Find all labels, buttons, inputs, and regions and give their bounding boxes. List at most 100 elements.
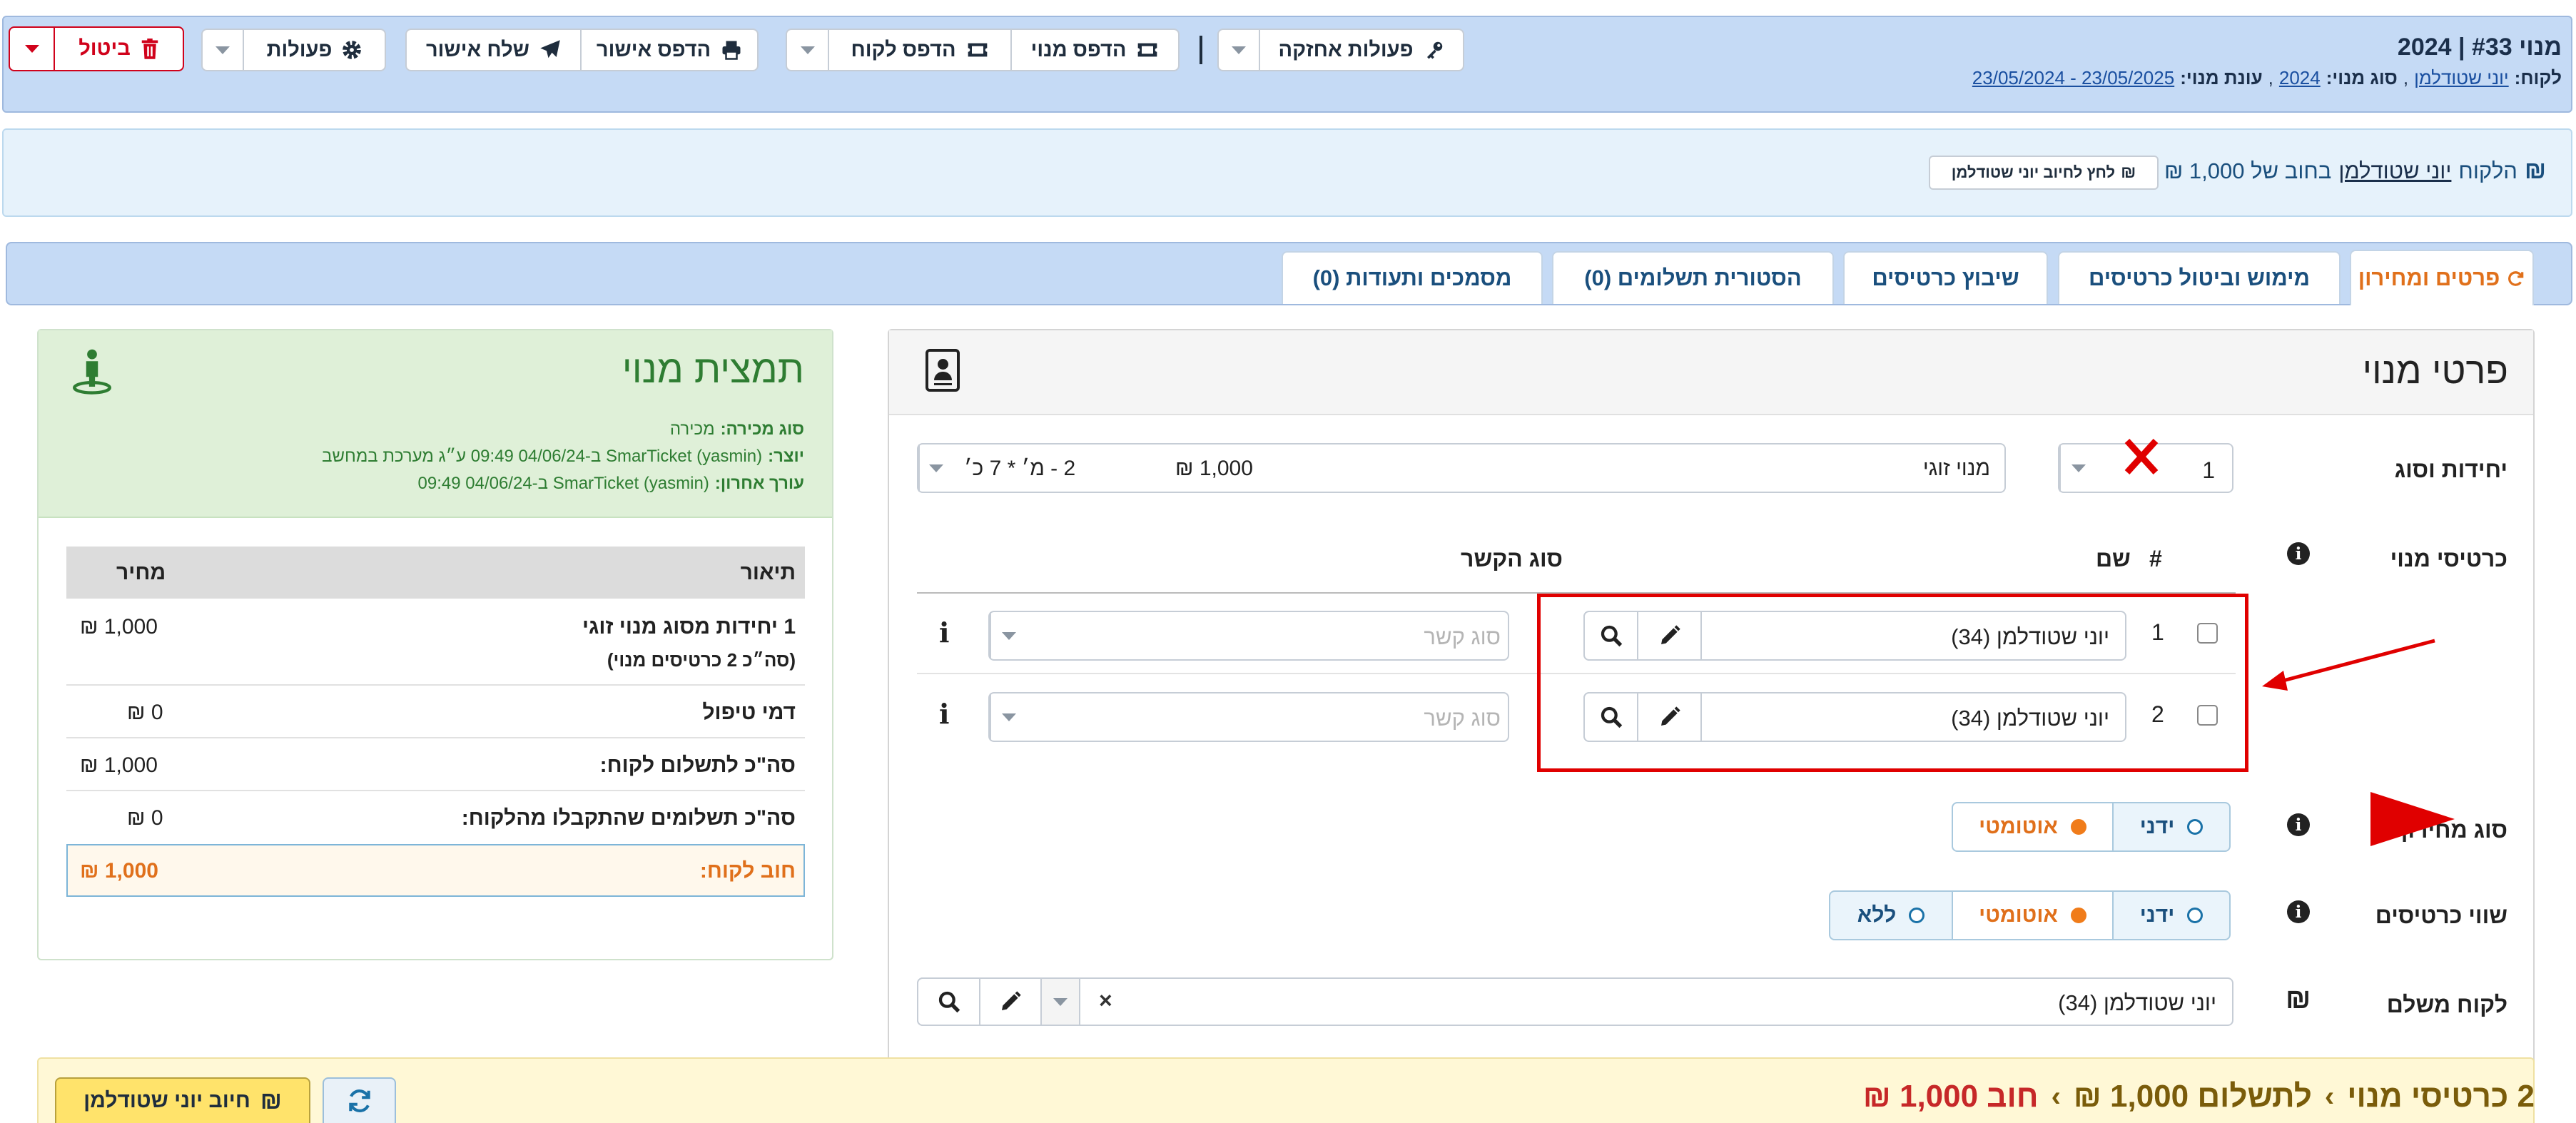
breadcrumb-chevron-icon: › <box>2324 1080 2335 1112</box>
cancel-button[interactable]: ביטול <box>54 26 184 71</box>
tab-documents[interactable]: מסמכים ותעודות (0) <box>1282 251 1543 304</box>
print-subscription-button[interactable]: הדפס מנוי <box>1010 29 1180 71</box>
editor-line: עורך אחרון: SmarTicket (yasmin) ב-04/06/2… <box>417 474 804 493</box>
payer-dropdown[interactable] <box>1040 977 1080 1026</box>
cards-info-icon[interactable]: i <box>2287 542 2310 565</box>
payer-select[interactable]: יוני שטודלמן (34) × <box>917 977 2233 1026</box>
price-type-manual[interactable]: ידני <box>2112 802 2231 852</box>
paper-plane-icon <box>540 40 560 59</box>
creator-line: יוצר: SmarTicket (yasmin) ב-04/06/24 09:4… <box>322 447 804 466</box>
shekel-icon: ₪ <box>2121 163 2136 182</box>
contact-card-icon <box>926 349 960 392</box>
package-dropdown[interactable] <box>918 444 953 492</box>
key-icon <box>1426 41 1442 59</box>
maintenance-actions-button[interactable]: פעולות אחזקה <box>1259 29 1464 71</box>
customer-link[interactable]: יוני שטודלמן <box>2414 67 2509 89</box>
clear-icon[interactable]: × <box>1099 987 1112 1014</box>
summary-row-debt <box>66 844 805 897</box>
ticket-icon <box>1138 43 1157 57</box>
ticket-icon <box>968 43 987 57</box>
annotation-pointer-triangle <box>2370 792 2455 846</box>
summary-received-price: 0 ₪ <box>127 806 163 830</box>
relation-select-2[interactable]: סוג קשר <box>988 692 1509 742</box>
actions-dropdown[interactable] <box>201 29 244 71</box>
price-type-toggle: ידני אוטומטי <box>1952 802 2231 852</box>
ticket-value-none[interactable]: ללא <box>1829 890 1953 940</box>
search-icon <box>938 991 960 1013</box>
shekel-icon: ₪ <box>260 1087 282 1114</box>
col-name-header: שם <box>2096 546 2131 571</box>
print-confirmation-button[interactable]: הדפס אישור <box>580 29 759 71</box>
refresh-icon <box>2508 271 2524 286</box>
summary-handling-desc: דמי טיפול <box>702 701 796 724</box>
summary-units-sub: (סה״כ 2 כרטיסים מנוי) <box>607 649 796 671</box>
charge-customer-button[interactable]: ₪ חיוב יוני שטודלמן <box>55 1077 310 1123</box>
header-meta: לקוח: יוני שטודלמן, סוג מנוי: 2024, עונת… <box>1972 67 2562 89</box>
sale-type-line: סוג מכירה: מכירה <box>669 420 804 439</box>
footer-summary: 2 כרטיסי מנוי › לתשלום 1,000 ₪ › חוב 1,0… <box>1863 1079 2535 1114</box>
ticket-value-info-icon[interactable]: i <box>2287 900 2310 923</box>
print-customer-button[interactable]: הדפס לקוח <box>828 29 1012 71</box>
ticket-value-label: שווי כרטיסים <box>2375 903 2507 928</box>
summary-total-desc: סה"כ לתשלום לקוח: <box>599 753 796 777</box>
summary-row-handling <box>66 686 805 738</box>
user-pin-icon <box>69 347 116 395</box>
gear-icon <box>343 41 362 59</box>
relation-select-1[interactable]: סוג קשר <box>988 611 1509 661</box>
card-info-icon-2[interactable]: i <box>939 698 949 730</box>
cards-label: כרטיסי מנוי <box>2390 546 2507 571</box>
charge-customer-small-button[interactable]: ₪ לחץ לחיוב יוני שטודלמן <box>1929 156 2159 190</box>
th-description: תיאור <box>740 561 796 584</box>
tab-seat-assignment[interactable]: שיבוץ כרטיסים <box>1843 251 2048 304</box>
ticket-value-manual[interactable]: ידני <box>2112 890 2231 940</box>
footer-debt: חוב 1,000 ₪ <box>1862 1079 2039 1114</box>
ticket-value-toggle: ידני אוטומטי ללא <box>1829 890 2231 940</box>
footer-cards: 2 כרטיסי מנוי <box>2347 1079 2535 1114</box>
tab-redeem-cancel[interactable]: מימוש וביטול כרטיסים <box>2058 251 2341 304</box>
annotation-highlight-box <box>1537 594 2248 772</box>
annotation-x-mark <box>2124 438 2159 475</box>
refresh-button[interactable] <box>323 1077 396 1123</box>
col-relation-header: סוג הקשר <box>1461 546 1563 571</box>
search-payer-button[interactable] <box>917 977 980 1026</box>
summary-debt-value: 1,000 ₪ <box>80 859 158 883</box>
shekel-icon: ₪ <box>2524 157 2546 184</box>
pencil-icon <box>1002 991 1021 1010</box>
th-price: מחיר <box>116 561 166 584</box>
page-title: מנוי #33 | 2024 <box>2397 34 2562 61</box>
maintenance-dropdown[interactable] <box>1217 29 1260 71</box>
summary-received-desc: סה"כ תשלומים שהתקבלו מהלקוח: <box>461 806 796 830</box>
send-confirmation-button[interactable]: שלח אישור <box>405 29 582 71</box>
season-link[interactable]: 23/05/2025 - 23/05/2024 <box>1972 67 2174 89</box>
summary-total-price: 1,000 ₪ <box>80 753 158 777</box>
cancel-dropdown[interactable] <box>9 26 55 71</box>
tab-payment-history[interactable]: הסטורית תשלומים (0) <box>1552 251 1834 304</box>
subscription-type-link[interactable]: 2024 <box>2279 67 2321 89</box>
package-select[interactable]: מנוי זוגי 1,000 ₪ 2 - מ׳ * 7 כ׳ <box>917 443 2006 493</box>
details-panel-header <box>889 330 2533 415</box>
price-type-info-icon[interactable]: i <box>2287 813 2310 836</box>
toolbar-separator <box>1200 36 1202 64</box>
print-dropdown[interactable] <box>786 29 829 71</box>
refresh-icon <box>348 1089 370 1112</box>
footer-to-pay: לתשלום 1,000 ₪ <box>2073 1079 2312 1114</box>
summary-units-desc: 1 יחידות מסוג מנוי זוגי <box>582 615 796 639</box>
card-info-icon-1[interactable]: i <box>939 616 949 649</box>
ticket-value-auto[interactable]: אוטומטי <box>1952 890 2114 940</box>
summary-table-header <box>66 547 805 599</box>
units-dropdown[interactable] <box>2059 444 2096 492</box>
alert-customer-link[interactable]: יוני שטודלמן <box>2338 158 2451 184</box>
price-type-auto[interactable]: אוטומטי <box>1952 802 2114 852</box>
relation-dropdown-1[interactable] <box>990 612 1027 659</box>
annotation-arrow <box>2262 639 2435 691</box>
summary-units-price: 1,000 ₪ <box>80 615 158 639</box>
summary-debt-label: חוב לקוח: <box>699 859 796 883</box>
breadcrumb-chevron-icon: › <box>2051 1080 2061 1112</box>
tab-details-pricing[interactable]: פרטים ומחירון <box>2350 250 2534 305</box>
relation-dropdown-2[interactable] <box>990 693 1027 741</box>
printer-icon <box>722 41 741 60</box>
edit-payer-button[interactable] <box>979 977 1042 1026</box>
debt-alert-text: ₪ הלקוח יוני שטודלמן בחוב של 1,000 ₪ <box>2164 157 2546 184</box>
actions-button[interactable]: פעולות <box>243 29 386 71</box>
col-num-header: # <box>2149 546 2162 571</box>
